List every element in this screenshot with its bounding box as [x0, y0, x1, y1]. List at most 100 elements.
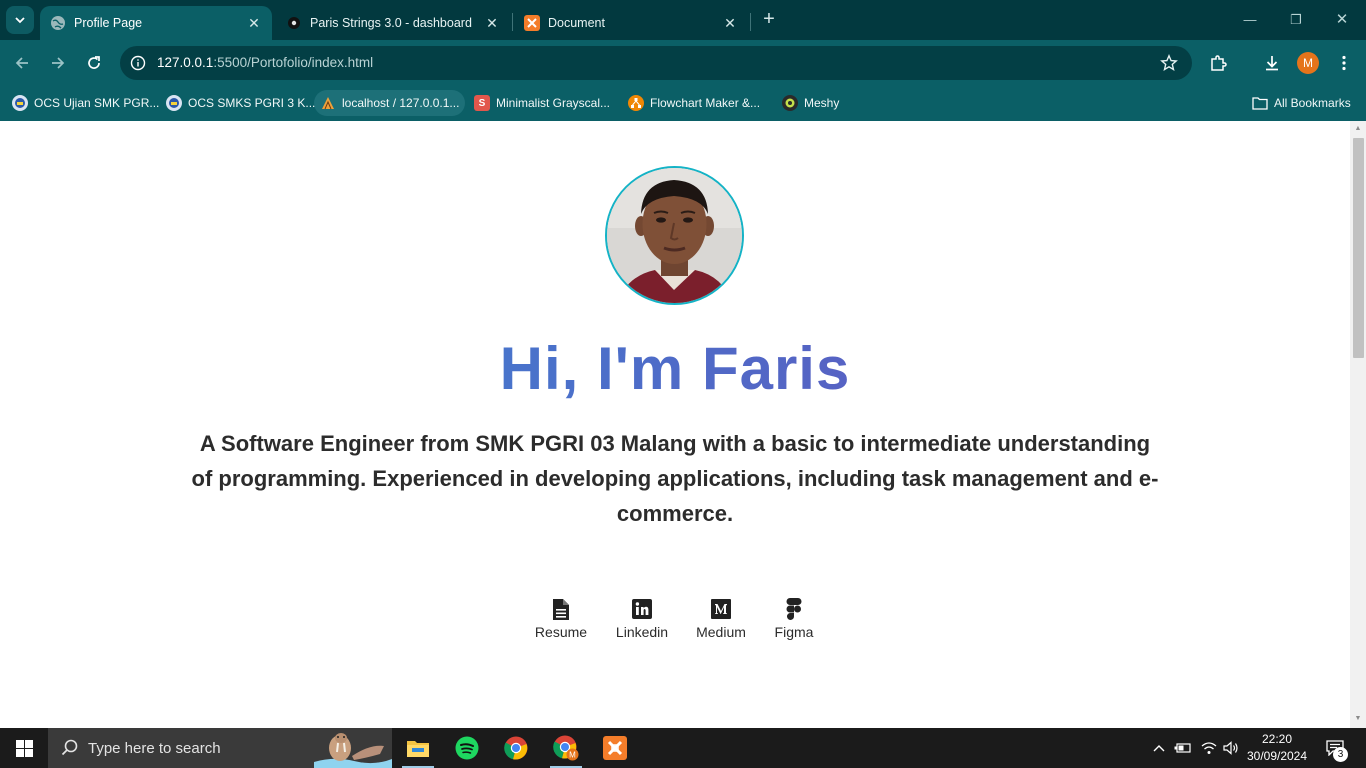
file-explorer-icon [407, 741, 429, 757]
tray-show-hidden[interactable] [1150, 728, 1168, 768]
restore-button[interactable]: ❐ [1286, 10, 1306, 30]
figma-icon [783, 598, 805, 620]
taskbar-chrome-profile[interactable]: M [542, 728, 590, 768]
all-bookmarks-button[interactable]: All Bookmarks [1246, 90, 1357, 116]
scroll-thumb[interactable] [1353, 138, 1364, 358]
forward-button[interactable] [46, 51, 70, 75]
close-window-button[interactable]: ✕ [1332, 10, 1352, 30]
search-placeholder: Type here to search [88, 740, 221, 757]
document-icon [550, 598, 572, 620]
tab-paris-strings[interactable]: Paris Strings 3.0 - dashboard ✕ [276, 6, 510, 40]
spotify-icon [455, 736, 479, 760]
profile-photo [605, 166, 744, 305]
scroll-down-icon[interactable]: ▼ [1354, 715, 1362, 723]
arrow-right-icon [52, 57, 65, 69]
arrow-left-icon [15, 57, 28, 69]
close-icon[interactable]: ✕ [246, 15, 262, 31]
url-text[interactable]: 127.0.0.1:5500/Portofolio/index.html [157, 55, 373, 70]
meshy-icon [782, 95, 798, 111]
reload-icon [88, 56, 100, 69]
tab-title: Document [548, 16, 605, 30]
tray-battery[interactable] [1172, 728, 1194, 768]
medium-link[interactable]: Medium [681, 598, 761, 640]
all-bookmarks-label: All Bookmarks [1274, 96, 1351, 110]
school-logo-icon [12, 95, 28, 111]
download-icon [1266, 56, 1278, 71]
tray-network[interactable] [1198, 728, 1220, 768]
scroll-up-icon[interactable]: ▲ [1354, 125, 1362, 133]
xampp-icon [524, 15, 540, 31]
taskbar-clock[interactable]: 22:20 30/09/2024 [1236, 731, 1318, 765]
bookmark-label: OCS Ujian SMK PGR... [34, 96, 160, 110]
tab-title: Paris Strings 3.0 - dashboard [310, 16, 472, 30]
chevron-up-icon [1153, 745, 1165, 752]
downloads-button[interactable] [1260, 51, 1284, 75]
bookmark-ocs-ujian[interactable]: OCS Ujian SMK PGR... [6, 90, 165, 116]
bookmark-label: OCS SMKS PGRI 3 K... [188, 96, 316, 110]
folder-icon [1252, 95, 1268, 111]
bookmark-label: Minimalist Grayscal... [496, 96, 611, 110]
bookmark-label: Meshy [804, 96, 840, 110]
tab-profile-page[interactable]: Profile Page ✕ [40, 6, 272, 40]
chrome-profile-icon: M [553, 735, 579, 761]
linkedin-icon [631, 598, 653, 620]
clock-time: 22:20 [1261, 732, 1293, 746]
chrome-icon [504, 736, 528, 760]
phpmyadmin-icon [320, 95, 336, 111]
figma-link[interactable]: Figma [754, 598, 834, 640]
bookmark-label: localhost / 127.0.0.1... [342, 96, 460, 110]
resume-link[interactable]: Resume [521, 598, 601, 640]
minimize-button[interactable]: — [1240, 10, 1260, 30]
page-viewport: Hi, I'm Faris A Software Engineer from S… [0, 121, 1350, 728]
xampp-icon [603, 736, 627, 760]
tab-search-button[interactable] [6, 6, 34, 34]
bookmark-localhost[interactable]: localhost / 127.0.0.1... [314, 90, 466, 116]
hero-bio: A Software Engineer from SMK PGRI 03 Mal… [191, 431, 1159, 526]
url-host: 127.0.0.1 [157, 55, 214, 70]
taskbar-spotify[interactable] [443, 728, 491, 768]
page-scrollbar[interactable]: ▲ ▼ [1350, 121, 1366, 728]
globe-icon [50, 15, 66, 31]
battery-icon [1174, 743, 1191, 753]
taskbar-file-explorer[interactable] [394, 728, 442, 768]
resume-label: Resume [534, 624, 588, 640]
medium-icon [710, 598, 732, 620]
dark-circle-icon [286, 15, 302, 31]
extensions-button[interactable] [1206, 51, 1230, 75]
medium-label: Medium [696, 624, 746, 640]
taskbar-search[interactable]: Type here to search [48, 728, 392, 768]
browser-toolbar: 127.0.0.1:5500/Portofolio/index.html M [0, 40, 1366, 86]
browser-menu-button[interactable] [1332, 51, 1356, 75]
taskbar-xampp[interactable] [591, 728, 639, 768]
social-links: Resume Linkedin Medium Figma [521, 598, 831, 648]
taskbar-chrome[interactable] [492, 728, 540, 768]
site-info-icon[interactable] [130, 55, 146, 71]
close-icon[interactable]: ✕ [484, 15, 500, 31]
start-button[interactable] [0, 728, 48, 768]
notification-count-badge: 3 [1333, 747, 1348, 762]
linkedin-link[interactable]: Linkedin [602, 598, 682, 640]
walrus-illustration-icon [314, 728, 392, 768]
windows-taskbar: Type here to search M 22:20 30/09/2024 3 [0, 728, 1366, 768]
profile-avatar[interactable]: M [1297, 52, 1319, 74]
bookmark-star-icon[interactable] [1160, 54, 1178, 72]
tab-strip: Profile Page ✕ Paris Strings 3.0 - dashb… [0, 0, 1366, 40]
clock-date: 30/09/2024 [1246, 749, 1308, 763]
bookmark-flowchart[interactable]: Flowchart Maker &... [622, 90, 766, 116]
close-icon[interactable]: ✕ [722, 15, 738, 31]
bookmark-ocs-smks[interactable]: OCS SMKS PGRI 3 K... [160, 90, 321, 116]
new-tab-button[interactable]: + [758, 9, 780, 31]
search-icon [61, 739, 78, 756]
bookmark-minimalist[interactable]: S Minimalist Grayscal... [468, 90, 616, 116]
bookmark-meshy[interactable]: Meshy [776, 90, 845, 116]
reload-button[interactable] [82, 51, 106, 75]
tab-title: Profile Page [74, 16, 143, 30]
bookmark-label: Flowchart Maker &... [650, 96, 761, 110]
back-button[interactable] [10, 51, 34, 75]
address-bar[interactable]: 127.0.0.1:5500/Portofolio/index.html [120, 46, 1192, 80]
tab-separator [750, 13, 751, 31]
wifi-icon [1201, 742, 1217, 754]
svg-text:M: M [569, 751, 576, 760]
tab-document[interactable]: Document ✕ [514, 6, 748, 40]
windows-logo-icon [15, 739, 33, 757]
